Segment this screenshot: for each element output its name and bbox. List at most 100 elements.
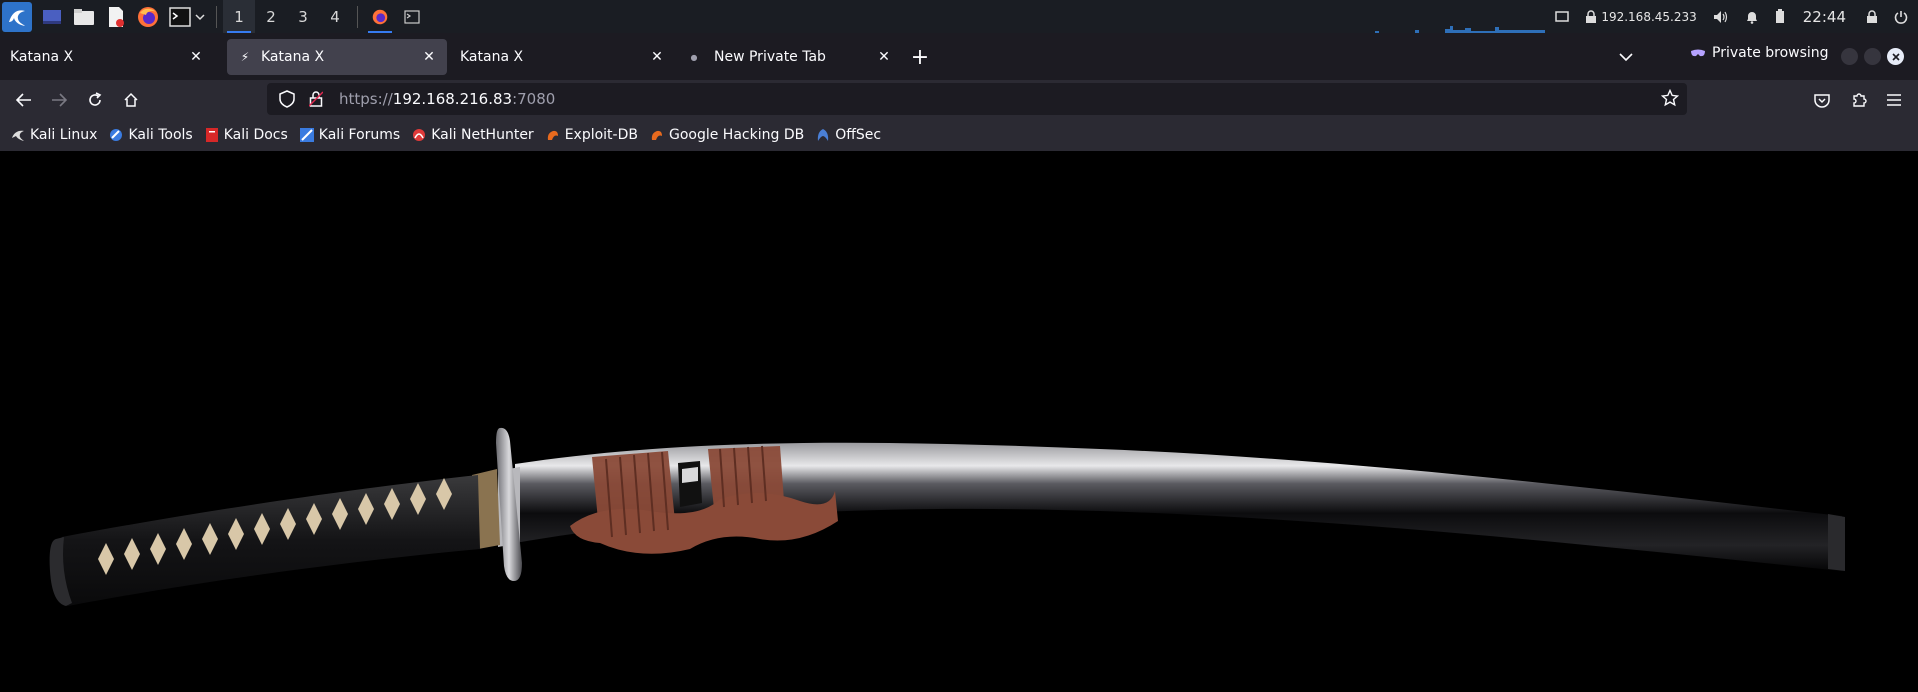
nethunter-icon — [411, 127, 427, 143]
page-content — [0, 151, 1918, 692]
tab-katana-x-3[interactable]: Katana X ✕ — [451, 39, 673, 75]
bookmark-exploit-db[interactable]: Exploit-DB — [545, 127, 638, 143]
url-text[interactable]: https://192.168.216.83:7080 — [339, 90, 555, 108]
kali-menu-button[interactable] — [2, 1, 32, 32]
taskbar-terminal[interactable] — [396, 0, 428, 33]
tab-new-private[interactable]: ● New Private Tab ✕ — [678, 39, 900, 75]
list-all-tabs-button[interactable] — [1614, 43, 1638, 71]
panel-separator — [357, 5, 358, 28]
minimize-window-button[interactable] — [1841, 48, 1858, 65]
notifications-bell-icon[interactable] — [1745, 10, 1759, 24]
app-menu-button[interactable] — [1878, 84, 1910, 116]
ghdb-icon — [649, 127, 665, 143]
bookmark-label: Google Hacking DB — [668, 127, 805, 143]
plus-icon: + — [910, 44, 930, 70]
private-browsing-label: Private browsing — [1712, 45, 1829, 61]
kali-dragon-icon — [10, 127, 26, 143]
tab-title: Katana X — [10, 49, 74, 65]
reload-button[interactable] — [79, 84, 111, 116]
close-tab-icon[interactable]: ✕ — [417, 45, 441, 69]
private-browsing-indicator: Private browsing — [1690, 45, 1829, 61]
bookmark-label: Kali Tools — [128, 127, 193, 143]
workspace-label: 1 — [234, 7, 244, 26]
bookmark-label: Kali Docs — [223, 127, 288, 143]
bookmark-label: Kali Forums — [318, 127, 401, 143]
kali-forums-icon — [299, 127, 315, 143]
extensions-button[interactable] — [1843, 84, 1875, 116]
back-button[interactable] — [8, 84, 40, 116]
bookmark-kali-linux[interactable]: Kali Linux — [10, 127, 97, 143]
arrow-right-icon — [52, 93, 67, 107]
kali-dragon-icon — [9, 9, 25, 26]
desktop-top-panel: 1 2 3 4 192.168.45.233 22:44 — [0, 0, 1918, 33]
arrow-left-icon — [16, 93, 31, 107]
bookmark-label: Exploit-DB — [564, 127, 638, 143]
tab-katana-x-1[interactable]: Katana X ✕ — [0, 39, 220, 75]
tab-title: Katana X — [460, 49, 524, 65]
bookmark-kali-nethunter[interactable]: Kali NetHunter — [411, 127, 534, 143]
firefox-launcher-icon[interactable] — [136, 5, 160, 29]
hamburger-menu-icon — [1887, 94, 1901, 106]
url-bar[interactable]: https://192.168.216.83:7080 — [267, 83, 1687, 115]
url-host: 192.168.216.83 — [392, 90, 513, 108]
tab-katana-x-2[interactable]: ⚡ Katana X ✕ — [227, 39, 447, 75]
tracking-protection-shield-icon[interactable] — [279, 90, 299, 108]
show-desktop-icon[interactable] — [40, 5, 64, 29]
forward-button[interactable] — [43, 84, 75, 116]
dot-icon: ● — [690, 52, 698, 62]
close-tab-icon[interactable]: ✕ — [645, 45, 669, 69]
bookmark-kali-tools[interactable]: Kali Tools — [108, 127, 193, 143]
bookmarks-toolbar: Kali Linux Kali Tools Kali Docs Kali For… — [0, 119, 1918, 151]
terminal-icon — [404, 9, 420, 24]
chevron-down-icon[interactable] — [194, 5, 206, 29]
workspace-2[interactable]: 2 — [255, 0, 287, 33]
text-editor-icon[interactable] — [104, 5, 128, 29]
vpn-ip-address: 192.168.45.233 — [1601, 9, 1697, 24]
close-tab-icon[interactable]: ✕ — [872, 45, 896, 69]
bookmark-google-hacking-db[interactable]: Google Hacking DB — [649, 127, 804, 143]
close-tab-icon[interactable]: ✕ — [184, 45, 208, 69]
home-button[interactable] — [115, 84, 147, 116]
pocket-button[interactable] — [1806, 84, 1838, 116]
volume-icon[interactable] — [1713, 10, 1729, 24]
bookmark-label: Kali NetHunter — [431, 127, 534, 143]
panel-clock[interactable]: 22:44 — [1803, 8, 1846, 26]
network-activity-graph — [1375, 26, 1545, 33]
maximize-window-button[interactable] — [1864, 48, 1881, 65]
bookmark-star-icon[interactable] — [1660, 88, 1680, 111]
bookmark-kali-docs[interactable]: Kali Docs — [204, 127, 288, 143]
workspace-1[interactable]: 1 — [223, 0, 255, 33]
tab-title: Katana X — [261, 49, 325, 65]
pocket-icon — [1814, 93, 1830, 108]
file-manager-icon[interactable] — [72, 5, 96, 29]
new-tab-button[interactable]: + — [908, 43, 932, 71]
close-icon — [1891, 52, 1900, 61]
bookmark-label: Kali Linux — [30, 127, 98, 143]
taskbar-firefox[interactable] — [364, 0, 396, 33]
insecure-lock-icon[interactable] — [309, 91, 329, 107]
katana-sword-image — [49, 427, 1845, 606]
panel-separator — [216, 5, 217, 28]
tab-strip: Katana X ✕ ⚡ Katana X ✕ Katana X ✕ ● New… — [0, 33, 1918, 80]
bookmark-offsec[interactable]: OffSec — [815, 127, 881, 143]
exploit-db-icon — [545, 127, 561, 143]
power-icon[interactable] — [1894, 10, 1908, 24]
display-icon[interactable] — [1555, 10, 1570, 23]
workspace-3[interactable]: 3 — [287, 0, 319, 33]
lock-screen-icon[interactable] — [1866, 9, 1878, 24]
navigation-toolbar: https://192.168.216.83:7080 — [0, 80, 1918, 119]
reload-icon — [89, 92, 102, 106]
kali-tools-icon — [108, 127, 124, 143]
system-tray: 192.168.45.233 22:44 — [1547, 0, 1918, 33]
bookmark-kali-forums[interactable]: Kali Forums — [299, 127, 400, 143]
workspace-4[interactable]: 4 — [319, 0, 351, 33]
vpn-status[interactable]: 192.168.45.233 — [1585, 9, 1697, 24]
close-window-button[interactable] — [1887, 48, 1904, 65]
terminal-launcher-icon[interactable] — [168, 5, 192, 29]
workspace-label: 4 — [330, 7, 340, 26]
url-port: :7080 — [512, 90, 556, 108]
lightning-icon: ⚡ — [240, 50, 250, 64]
bookmark-label: OffSec — [835, 127, 882, 143]
battery-icon[interactable] — [1775, 9, 1785, 24]
home-icon — [124, 92, 138, 107]
